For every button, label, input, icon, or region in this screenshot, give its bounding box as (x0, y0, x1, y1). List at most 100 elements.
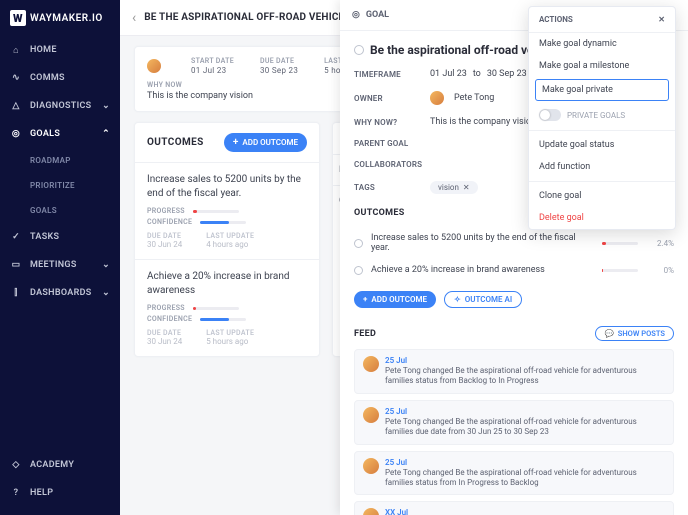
outcomes-panel-title: OUTCOMES (147, 137, 204, 148)
show-posts-label: SHOW POSTS (618, 329, 665, 338)
nav-meetings[interactable]: ▭MEETINGS⌄ (0, 251, 120, 279)
outcome-title: Achieve a 20% increase in brand awarenes… (147, 270, 307, 298)
timeframe-to-word: to (473, 69, 481, 79)
outcomes-panel: OUTCOMES +ADD OUTCOME Increase sales to … (134, 122, 320, 357)
action-make-private[interactable]: Make goal private (535, 79, 669, 101)
remove-tag-icon[interactable]: ✕ (463, 183, 470, 192)
feed-text: Pete Tong changed Be the aspirational of… (385, 366, 665, 387)
actions-menu: ACTIONS✕ Make goal dynamic Make goal a m… (528, 6, 676, 230)
progress-bar (602, 269, 638, 272)
feed-date: 25 Jul (385, 407, 665, 416)
drawer-outcome-row[interactable]: Achieve a 20% increase in brand awarenes… (354, 259, 674, 281)
update-label: LAST UPDATE (206, 232, 254, 240)
outcome-card[interactable]: Increase sales to 5200 units by the end … (135, 162, 319, 259)
warning-icon: △ (10, 100, 22, 112)
nav-roadmap[interactable]: ROADMAP (0, 148, 120, 173)
nav-tasks[interactable]: ✓TASKS (0, 223, 120, 251)
sidebar-nav: ⌂HOME ∿COMMS △DIAGNOSTICS⌄ ◎GOALS⌃ ROADM… (0, 36, 120, 451)
chevron-down-icon: ⌄ (102, 101, 110, 111)
help-icon: ? (10, 487, 22, 499)
nav-dashboards-label: DASHBOARDS (30, 288, 92, 298)
nav-roadmap-label: ROADMAP (30, 156, 71, 165)
due-label: DUE DATE (147, 329, 182, 337)
due-label: DUE DATE (147, 232, 182, 240)
action-add-function[interactable]: Add function (529, 156, 675, 178)
goal-drawer: ◎GOAL ↻ ⋮ ✕ Be the aspirational off-road… (340, 0, 688, 515)
drawer-add-outcome-button[interactable]: +ADD OUTCOME (354, 291, 436, 308)
action-make-milestone[interactable]: Make goal a milestone (529, 55, 675, 77)
progress-bar (193, 210, 239, 213)
nav-dashboards[interactable]: ⫿ DASHBOARDS ⌄ (0, 279, 120, 307)
tag-chip[interactable]: vision ✕ (430, 181, 478, 194)
update-value: 4 hours ago (206, 240, 254, 249)
collaborators-label: COLLABORATORS (354, 160, 430, 169)
nav-help-label: HELP (30, 488, 53, 498)
logo: W WAYMAKER.IO (0, 0, 120, 36)
show-posts-button[interactable]: 💬 SHOW POSTS (595, 326, 674, 341)
feed-item: 25 JulPete Tong changed Be the aspiratio… (354, 451, 674, 496)
update-label: LAST UPDATE (206, 329, 254, 337)
back-icon[interactable]: ‹ (132, 10, 136, 26)
goal-ring-icon (354, 45, 364, 55)
action-delete-goal[interactable]: Delete goal (529, 207, 675, 229)
timeframe-value[interactable]: 01 Jul 23to30 Sep 23 (430, 69, 527, 79)
plus-icon: + (233, 137, 239, 148)
outcome-title: Increase sales to 5200 units by the end … (147, 173, 307, 201)
home-icon: ⌂ (10, 44, 22, 56)
drawer-outcome-title: Achieve a 20% increase in brand awarenes… (371, 265, 594, 275)
drawer-outcome-row[interactable]: Increase sales to 5200 units by the end … (354, 227, 674, 259)
toggle-icon[interactable] (539, 109, 561, 121)
nav-academy-label: ACADEMY (30, 460, 74, 470)
nav-goals[interactable]: ◎GOALS⌃ (0, 120, 120, 148)
action-clone-goal[interactable]: Clone goal (529, 185, 675, 207)
outcome-ai-button[interactable]: ✧OUTCOME AI (444, 291, 522, 308)
owner-value[interactable]: Pete Tong (430, 91, 494, 105)
avatar (363, 458, 379, 474)
tag-text: vision (438, 183, 459, 192)
nav-prioritize[interactable]: PRIORITIZE (0, 173, 120, 198)
due-value: 30 Jun 24 (147, 337, 182, 346)
drawer-section-label: GOAL (366, 10, 389, 20)
outcome-ai-label: OUTCOME AI (465, 295, 512, 304)
chart-icon: ⫿ (10, 287, 22, 299)
nav-home[interactable]: ⌂HOME (0, 36, 120, 64)
nav-help[interactable]: ? HELP (0, 479, 120, 507)
nav-goals-label: GOALS (30, 129, 60, 139)
add-outcome-button[interactable]: +ADD OUTCOME (224, 133, 307, 152)
chevron-down-icon: ⌄ (102, 288, 110, 298)
due-value: 30 Jun 24 (147, 240, 182, 249)
nav-diagnostics[interactable]: △DIAGNOSTICS⌄ (0, 92, 120, 120)
confidence-bar (200, 318, 246, 321)
target-icon: ◎ (352, 10, 360, 20)
tags-value[interactable]: vision ✕ (430, 181, 478, 194)
avatar (363, 356, 379, 372)
nav-comms[interactable]: ∿COMMS (0, 64, 120, 92)
nav-comms-label: COMMS (30, 73, 65, 83)
timeframe-from: 01 Jul 23 (430, 69, 467, 79)
update-value: 5 hours ago (206, 337, 254, 346)
feed-item: XX Jul (354, 501, 674, 515)
nav-prioritize-label: PRIORITIZE (30, 181, 75, 190)
progress-label: PROGRESS (147, 207, 185, 215)
outcome-card[interactable]: Achieve a 20% increase in brand awarenes… (135, 259, 319, 356)
nav-goals-sub[interactable]: GOALS (0, 198, 120, 223)
calendar-icon: ▭ (10, 259, 22, 271)
tags-label: TAGS (354, 183, 430, 192)
target-icon: ◎ (10, 128, 22, 140)
action-update-status[interactable]: Update goal status (529, 134, 675, 156)
private-goals-toggle-row[interactable]: PRIVATE GOALS (529, 103, 675, 127)
chat-icon: 💬 (604, 329, 613, 338)
action-make-dynamic[interactable]: Make goal dynamic (529, 33, 675, 55)
shield-icon: ◇ (10, 459, 22, 471)
drawer-outcome-title: Increase sales to 5200 units by the end … (371, 233, 594, 253)
confidence-bar (200, 221, 246, 224)
nav-academy[interactable]: ◇ ACADEMY (0, 451, 120, 479)
drawer-outcome-pct: 2.4% (646, 239, 674, 248)
drawer-add-outcome-label: ADD OUTCOME (371, 295, 427, 304)
feed-item: 25 JulPete Tong changed Be the aspiratio… (354, 400, 674, 445)
timeframe-label: TIMEFRAME (354, 70, 430, 79)
feed-item: 25 JulPete Tong changed Be the aspiratio… (354, 349, 674, 394)
close-actions-icon[interactable]: ✕ (658, 15, 665, 24)
brand-name: WAYMAKER.IO (30, 13, 103, 24)
nav-meetings-label: MEETINGS (30, 260, 77, 270)
